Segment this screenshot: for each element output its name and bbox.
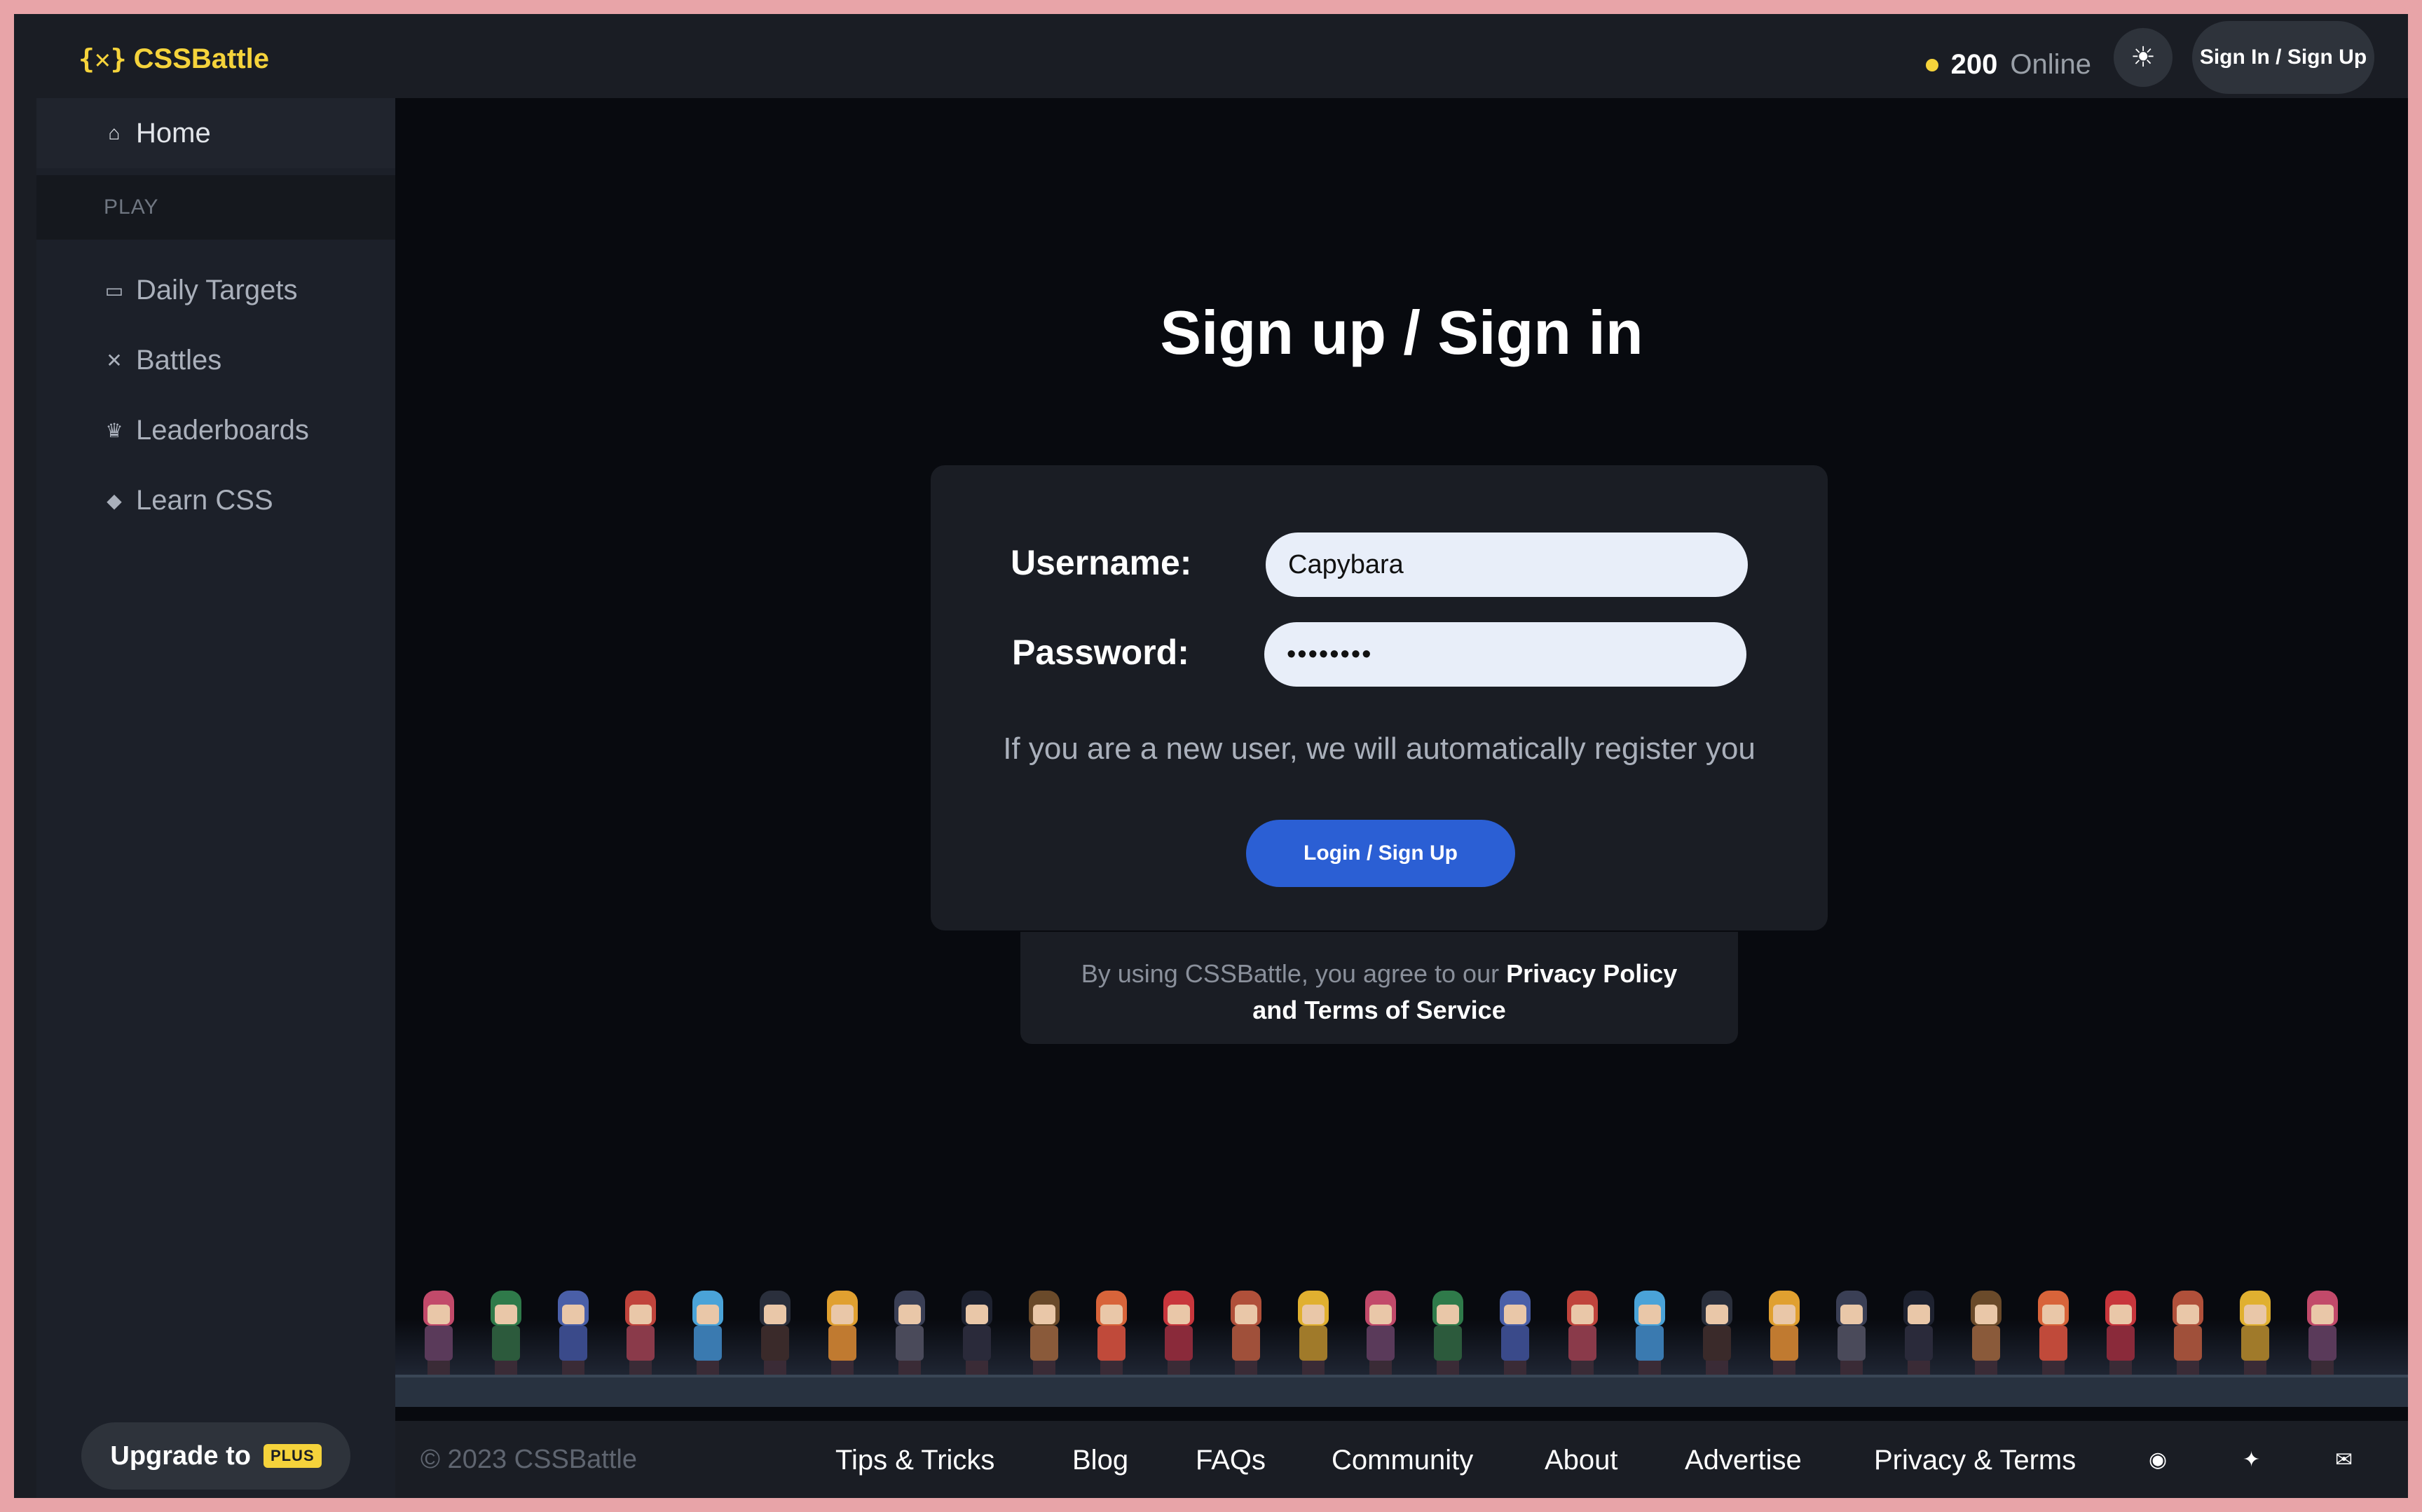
pixel-character — [1760, 1291, 1805, 1375]
sidebar-item-home[interactable]: ⌂ Home — [36, 98, 395, 168]
footer: © 2023 CSSBattle Tips & Tricks Blog FAQs… — [395, 1421, 2408, 1498]
main-content: Sign up / Sign in Username: Capybara Pas… — [395, 98, 2408, 1421]
pixel-character — [1962, 1291, 2007, 1375]
pixel-character — [1289, 1291, 1334, 1375]
pixel-character — [1155, 1291, 1200, 1375]
graduation-cap-icon: ◆ — [107, 489, 122, 511]
footer-link-tips-tricks[interactable]: Tips & Tricks — [835, 1445, 994, 1476]
pixel-character — [1559, 1291, 1603, 1375]
pixel-character — [751, 1291, 796, 1375]
pixel-characters-banner — [395, 1260, 2408, 1407]
pixel-character — [1424, 1291, 1469, 1375]
pixel-character — [415, 1291, 460, 1375]
calendar-icon: ▭ — [104, 279, 124, 301]
username-label: Username: — [1011, 543, 1192, 582]
logo[interactable]: {✕} CSSBattle — [78, 39, 269, 78]
pixel-character — [1222, 1291, 1267, 1375]
signin-card: Username: Capybara Password: •••••••• If… — [931, 465, 1828, 930]
footer-link-community[interactable]: Community — [1332, 1445, 1473, 1476]
app-window: {✕} CSSBattle 200 Online ☀ Sign In / Sig… — [14, 14, 2408, 1498]
online-count: 200 — [1950, 49, 1998, 80]
copyright: © 2023 CSSBattle — [420, 1444, 637, 1474]
pixel-character — [2164, 1291, 2209, 1375]
pixel-character — [1088, 1291, 1133, 1375]
terms-prefix: By using CSSBattle, you agree to our — [1081, 959, 1500, 988]
pixel-character — [2299, 1291, 2344, 1375]
plus-badge: PLUS — [263, 1444, 322, 1468]
footer-link-advertise[interactable]: Advertise — [1685, 1445, 1802, 1476]
pixel-character — [1828, 1291, 1873, 1375]
pixel-character — [617, 1291, 662, 1375]
sidebar-item-label: Battles — [136, 344, 222, 376]
auto-register-note: If you are a new user, we will automatic… — [1003, 731, 1756, 766]
trophy-icon: ♛ — [105, 419, 123, 441]
pixel-character — [1020, 1291, 1065, 1375]
sidebar-item-battles[interactable]: ✕ Battles — [36, 325, 395, 395]
online-indicator: 200 Online — [1925, 49, 2091, 81]
footer-link-faqs[interactable]: FAQs — [1196, 1445, 1266, 1476]
ground-strip — [395, 1375, 2408, 1407]
pixel-character — [1895, 1291, 1940, 1375]
page-title: Sign up / Sign in — [1160, 298, 1643, 367]
sidebar-item-daily-targets[interactable]: ▭ Daily Targets — [36, 255, 395, 325]
upgrade-button[interactable]: Upgrade to PLUS — [81, 1422, 350, 1490]
footer-link-about[interactable]: About — [1545, 1445, 1618, 1476]
sidebar-item-label: Daily Targets — [136, 274, 298, 305]
sidebar-item-learn-css[interactable]: ◆ Learn CSS — [36, 465, 395, 535]
theme-toggle-button[interactable]: ☀ — [2114, 28, 2173, 87]
twitter-icon[interactable]: ✦ — [2243, 1448, 2260, 1472]
login-signup-button[interactable]: Login / Sign Up — [1246, 820, 1515, 887]
pixel-character — [953, 1291, 998, 1375]
pixel-character — [1693, 1291, 1738, 1375]
pixel-character — [886, 1291, 931, 1375]
terms-of-service-link[interactable]: and Terms of Service — [1252, 996, 1505, 1024]
home-icon: ⌂ — [108, 122, 121, 144]
footer-link-privacy-terms[interactable]: Privacy & Terms — [1874, 1445, 2076, 1476]
terms-notice: By using CSSBattle, you agree to our Pri… — [1020, 932, 1738, 1044]
pixel-character — [684, 1291, 729, 1375]
pixel-character — [2231, 1291, 2276, 1375]
online-label: Online — [2010, 49, 2091, 80]
sidebar-item-leaderboards[interactable]: ♛ Leaderboards — [36, 395, 395, 465]
upgrade-label: Upgrade to — [110, 1441, 251, 1471]
pixel-character — [2097, 1291, 2142, 1375]
sidebar: ⌂ Home PLAY ▭ Daily Targets ✕ Battles ♛ … — [36, 98, 395, 1498]
sidebar-item-label: Home — [136, 117, 211, 149]
pixel-character — [1626, 1291, 1671, 1375]
email-icon[interactable]: ✉ — [2335, 1448, 2353, 1472]
signin-button[interactable]: Sign In / Sign Up — [2192, 21, 2374, 94]
section-label-play: PLAY — [36, 175, 395, 240]
sun-icon: ☀ — [2130, 42, 2156, 73]
top-bar: {✕} CSSBattle 200 Online ☀ Sign In / Sig… — [14, 14, 2408, 98]
privacy-policy-link[interactable]: Privacy Policy — [1506, 959, 1677, 988]
logo-mark: {✕} — [78, 43, 127, 74]
crossed-swords-icon: ✕ — [106, 349, 123, 371]
pixel-character — [1357, 1291, 1402, 1375]
pixel-character — [482, 1291, 527, 1375]
discord-icon[interactable]: ◉ — [2149, 1448, 2167, 1472]
logo-text: CSSBattle — [133, 43, 270, 74]
footer-link-blog[interactable]: Blog — [1072, 1445, 1128, 1476]
password-input[interactable]: •••••••• — [1264, 622, 1746, 687]
username-input[interactable]: Capybara — [1266, 532, 1748, 597]
online-dot-icon — [1925, 58, 1938, 71]
pixel-character — [819, 1291, 863, 1375]
sidebar-item-label: Learn CSS — [136, 484, 273, 516]
pixel-character — [2030, 1291, 2074, 1375]
pixel-character — [549, 1291, 594, 1375]
pixel-character — [1491, 1291, 1536, 1375]
sidebar-item-label: Leaderboards — [136, 414, 309, 446]
password-label: Password: — [1012, 633, 1189, 672]
